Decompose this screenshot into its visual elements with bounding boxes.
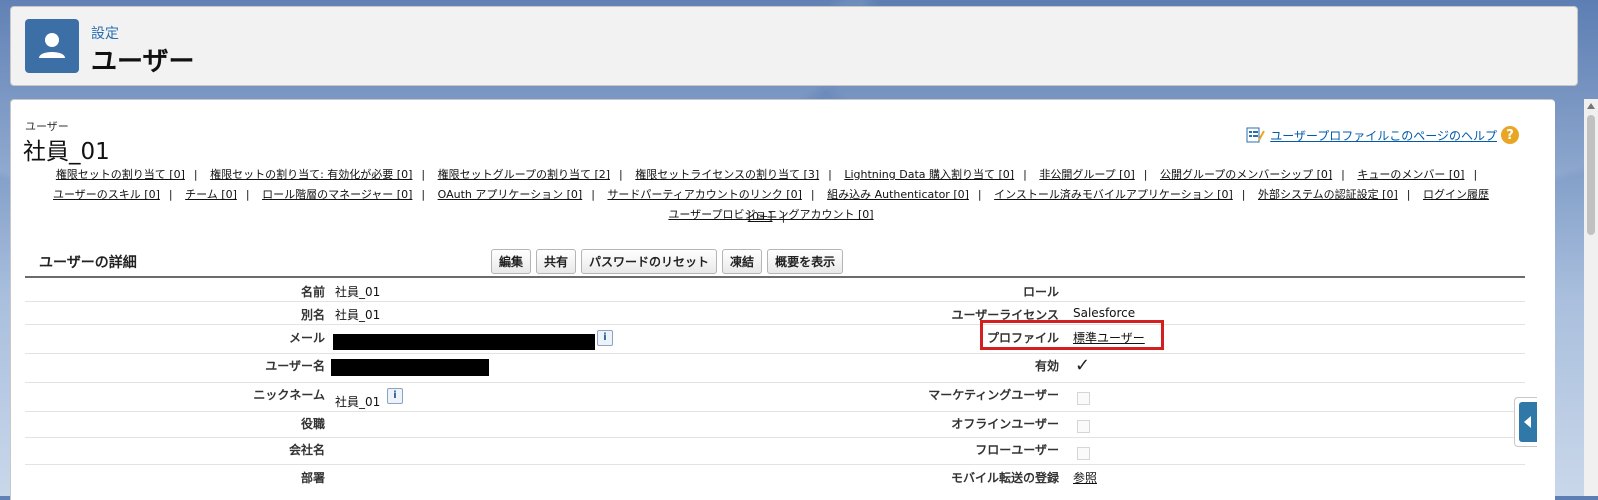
field-label-username: ユーザー名	[265, 359, 325, 373]
field-label-marketing-user: マーケティングユーザー	[928, 388, 1059, 402]
related-link[interactable]: 権限セットの割り当て: 有効化が必要 [0]	[210, 168, 412, 181]
freeze-button[interactable]: 凍結	[722, 249, 763, 274]
related-links-row-3: ユーザープロビジョニングアカウント [0]	[31, 204, 1511, 226]
field-label-name: 名前	[300, 285, 325, 299]
field-label-offline-user: オフラインユーザー	[951, 417, 1059, 431]
related-link[interactable]: チーム [0]	[185, 188, 237, 201]
info-icon[interactable]: i	[387, 388, 403, 404]
mobile-push-link[interactable]: 参照	[1073, 471, 1097, 485]
section-title: ユーザーの詳細	[39, 255, 137, 271]
field-value-nickname: 社員_01	[335, 395, 381, 409]
field-label-title: 役職	[300, 417, 325, 431]
field-label-role: ロール	[1022, 285, 1059, 299]
field-value-name: 社員_01	[335, 285, 381, 299]
field-label-mobile-push: モバイル転送の登録	[950, 471, 1059, 485]
field-label-nickname: ニックネーム	[253, 388, 325, 402]
edit-button[interactable]: 編集	[491, 249, 532, 274]
field-value-license: Salesforce	[1073, 306, 1136, 320]
detail-row: メール i プロファイル 標準ユーザー	[25, 320, 1525, 354]
related-link[interactable]: OAuth アプリケーション [0]	[438, 188, 583, 201]
breadcrumb[interactable]: 設定	[91, 23, 119, 43]
detail-row: 別名 社員_01 ユーザーライセンス Salesforce	[25, 302, 1525, 325]
detail-button-bar: 編集 共有 パスワードのリセット 凍結 概要を表示	[491, 249, 844, 274]
field-label-department: 部署	[300, 471, 325, 485]
related-link[interactable]: キューのメンバー [0]	[1357, 168, 1464, 181]
redacted-email	[333, 334, 595, 350]
info-icon[interactable]: i	[597, 330, 613, 346]
user-detail-panel: ユーザー 社員_01 ユーザープロファイルこのページのヘルプ ? 権限セットの割…	[10, 99, 1555, 500]
related-links-row-1: 権限セットの割り当て [0] | 権限セットの割り当て: 有効化が必要 [0] | …	[55, 168, 1478, 181]
related-link[interactable]: Lightning Data 購入割り当て [0]	[844, 168, 1014, 181]
detail-row: 会社名 フローユーザー	[25, 438, 1525, 465]
field-label-alias: 別名	[300, 308, 325, 322]
scroll-up-arrow-icon[interactable]	[1587, 103, 1595, 109]
field-label-active: 有効	[1034, 359, 1059, 373]
flow-user-checkbox	[1077, 447, 1090, 460]
related-link[interactable]: 権限セットグループの割り当て [2]	[438, 168, 610, 181]
related-link[interactable]: 権限セットの割り当て [0]	[56, 168, 185, 181]
field-label-company: 会社名	[288, 443, 325, 457]
field-label-flow-user: フローユーザー	[975, 443, 1059, 457]
field-value-mobile-push: 参照	[1073, 469, 1097, 486]
related-link[interactable]: 組み込み Authenticator [0]	[827, 188, 969, 201]
page-title: ユーザー	[91, 47, 195, 77]
help-document-icon	[1246, 127, 1266, 143]
detail-row: 役職 オフラインユーザー	[25, 412, 1525, 438]
redacted-username	[331, 359, 489, 376]
help-icon[interactable]: ?	[1501, 126, 1519, 144]
chevron-left-icon[interactable]	[1519, 402, 1537, 442]
share-button[interactable]: 共有	[536, 249, 577, 274]
help-link-area: ユーザープロファイルこのページのヘルプ ?	[1246, 126, 1519, 144]
related-link[interactable]: インストール済みモバイルアプリケーション [0]	[994, 188, 1233, 201]
related-link[interactable]: 非公開グループ [0]	[1039, 168, 1134, 181]
page-header: 設定 ユーザー	[10, 6, 1578, 86]
related-link[interactable]: ユーザープロビジョニングアカウント [0]	[668, 208, 873, 221]
active-check-icon: ✓	[1075, 355, 1091, 376]
reset-password-button[interactable]: パスワードのリセット	[581, 249, 718, 274]
related-link[interactable]: ユーザーのスキル [0]	[53, 188, 160, 201]
detail-row: ニックネーム 社員_01 i マーケティングユーザー	[25, 383, 1525, 412]
detail-row: ユーザー名 有効 ✓	[25, 354, 1525, 383]
field-label-email: メール	[288, 331, 325, 345]
help-link[interactable]: ユーザープロファイルこのページのヘルプ	[1270, 127, 1497, 144]
vertical-scrollbar[interactable]	[1584, 99, 1598, 496]
detail-row: 部署 モバイル転送の登録 参照	[25, 465, 1525, 491]
field-value-alias: 社員_01	[335, 308, 381, 322]
scrollbar-thumb[interactable]	[1587, 115, 1595, 235]
related-link[interactable]: ロール階層のマネージャー [0]	[262, 188, 412, 201]
related-link[interactable]: 権限セットライセンスの割り当て [3]	[635, 168, 819, 181]
view-summary-button[interactable]: 概要を表示	[767, 249, 844, 274]
marketing-user-checkbox	[1077, 392, 1090, 405]
related-link[interactable]: 公開グループのメンバーシップ [0]	[1160, 168, 1332, 181]
related-link[interactable]: 外部システムの認証設定 [0]	[1258, 188, 1398, 201]
record-name: 社員_01	[23, 139, 110, 165]
related-link[interactable]: サードパーティアカウントのリンク [0]	[607, 188, 801, 201]
profile-highlight-box	[980, 320, 1164, 350]
user-icon	[25, 19, 79, 73]
side-panel-toggle[interactable]	[1514, 397, 1537, 447]
detail-row: 名前 社員_01 ロール	[25, 278, 1525, 302]
offline-user-checkbox	[1077, 420, 1090, 433]
